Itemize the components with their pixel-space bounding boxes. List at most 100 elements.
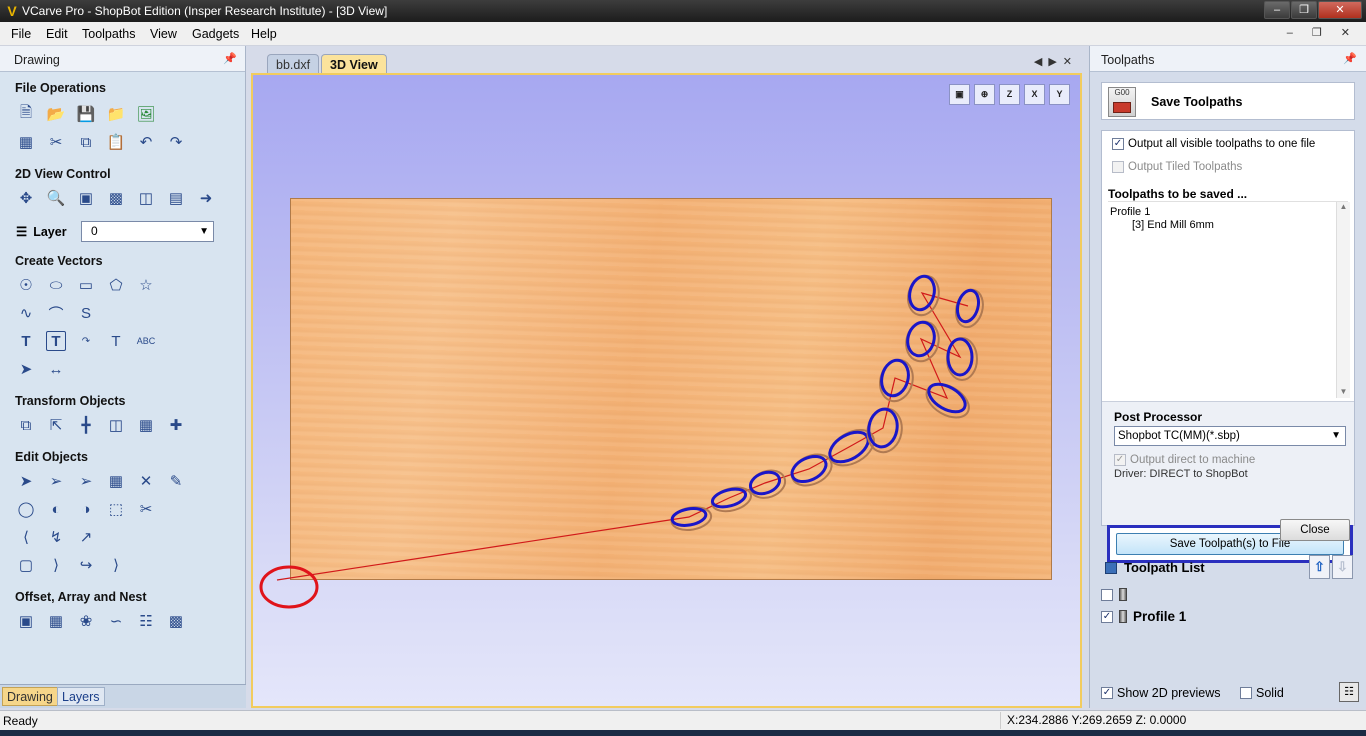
section-offset-array-nest: Offset, Array and Nest [15, 590, 147, 604]
paste-icon[interactable]: 📋 [106, 132, 126, 152]
measure-icon[interactable]: ✎ [166, 471, 186, 491]
output-all-visible-checkbox[interactable]: ✓ Output all visible toolpaths to one fi… [1112, 138, 1315, 150]
ungroup-icon[interactable]: ✕ [136, 471, 156, 491]
menu-file[interactable]: File [11, 27, 31, 41]
polygon-icon[interactable]: ⬠ [106, 275, 126, 295]
toolpath-list-item[interactable] [1101, 588, 1133, 601]
offset-icon[interactable]: ▣ [16, 611, 36, 631]
toolpath-list-item[interactable]: ✓ Profile 1 [1101, 609, 1186, 624]
arrow-up-icon[interactable]: ⇧ [1309, 555, 1330, 579]
scrollbar[interactable]: ▲ ▼ [1336, 202, 1350, 398]
zoom-selected-icon[interactable]: ▩ [106, 188, 126, 208]
smooth-icon[interactable]: ⟩ [46, 555, 66, 575]
node-icon[interactable]: ⟩ [106, 555, 126, 575]
star-icon[interactable]: ☆ [136, 275, 156, 295]
layer-select[interactable]: 0 ▼ [81, 221, 214, 242]
show-2d-previews-checkbox[interactable]: ✓ Show 2D previews [1101, 686, 1221, 700]
tab-bb-dxf[interactable]: bb.dxf [267, 54, 320, 74]
dimension-icon[interactable]: ↔ [46, 359, 66, 379]
center-icon[interactable]: ✚ [166, 415, 186, 435]
import-vectors-icon[interactable]: 📁 [106, 104, 126, 124]
distort-icon[interactable]: ▦ [136, 415, 156, 435]
rectangle-icon[interactable]: ▭ [76, 275, 96, 295]
spell-check-icon[interactable]: ABC [136, 331, 156, 351]
interactive-select-icon[interactable]: ➢ [76, 471, 96, 491]
arc-icon[interactable]: ⌒ [46, 303, 66, 323]
menu-view[interactable]: View [150, 27, 177, 41]
select-icon[interactable]: ➤ [16, 471, 36, 491]
view-split-icon[interactable]: ▤ [166, 188, 186, 208]
array-icon[interactable]: ▦ [46, 611, 66, 631]
intersect-icon[interactable]: ◑ [76, 499, 96, 519]
arc-text-icon[interactable]: T [106, 331, 126, 351]
undo-icon[interactable]: ↶ [136, 132, 156, 152]
scale-icon[interactable]: ⇱ [46, 415, 66, 435]
weld-icon[interactable]: ◯ [16, 499, 36, 519]
subtract-icon[interactable]: ◐ [46, 499, 66, 519]
circular-array-icon[interactable]: ❀ [76, 611, 96, 631]
pan-icon[interactable]: ✥ [16, 188, 36, 208]
menu-toolpaths[interactable]: Toolpaths [82, 27, 136, 41]
scissors-icon[interactable]: ✂ [136, 499, 156, 519]
ellipse-icon[interactable]: ⬭ [46, 275, 66, 295]
close-vector-icon[interactable]: ▢ [16, 555, 36, 575]
curve-fit-icon[interactable]: ↪ [76, 555, 96, 575]
save-file-icon[interactable]: 💾 [76, 104, 96, 124]
move-icon[interactable]: ⧉ [16, 415, 36, 435]
minimize-button[interactable]: – [1264, 1, 1290, 19]
mirror-icon[interactable]: ◫ [106, 415, 126, 435]
circle-icon[interactable]: ☉ [16, 275, 36, 295]
menu-edit[interactable]: Edit [46, 27, 68, 41]
mdi-controls[interactable]: – ❐ ✕ [1287, 26, 1358, 39]
align-icon[interactable]: ╋ [76, 415, 96, 435]
node-edit-icon[interactable]: ➢ [46, 471, 66, 491]
zoom-extents-icon[interactable]: ▣ [76, 188, 96, 208]
tab-layers[interactable]: Layers [57, 687, 105, 706]
join-icon[interactable]: ⬚ [106, 499, 126, 519]
profile-shape [866, 407, 903, 454]
import-bitmap-icon[interactable]: 🖼 [136, 104, 156, 124]
arrow-down-icon[interactable]: ⇩ [1332, 555, 1353, 579]
zoom-icon[interactable]: 🔍 [46, 188, 66, 208]
group-icon[interactable]: ▦ [106, 471, 126, 491]
status-bar: Ready X:234.2886 Y:269.2659 Z: 0.0000 [0, 710, 1366, 730]
copy-icon[interactable]: ⧉ [76, 132, 96, 152]
cut-icon[interactable]: ✂ [46, 132, 66, 152]
tab-3d-view[interactable]: 3D View [321, 54, 387, 74]
document-controls[interactable]: ◀▶✕ [1034, 55, 1078, 68]
extend-icon[interactable]: ↗ [76, 527, 96, 547]
close-window-button[interactable]: ✕ [1318, 1, 1362, 19]
menu-help[interactable]: Help [251, 27, 277, 41]
redo-icon[interactable]: ↷ [166, 132, 186, 152]
text-icon[interactable]: T [16, 331, 36, 351]
fillet-icon[interactable]: ⟨ [16, 527, 36, 547]
create-vectors-row-3: T T ↷ T ABC [16, 331, 156, 351]
view-3d-icon[interactable]: ➜ [196, 188, 216, 208]
output-tiled-checkbox: Output Tiled Toolpaths [1112, 161, 1242, 173]
solid-checkbox[interactable]: Solid [1240, 686, 1284, 700]
tab-drawing[interactable]: Drawing [2, 687, 58, 706]
3d-viewport[interactable]: ▣ ⊕ Z X Y [251, 73, 1082, 708]
bitmap-trace-icon[interactable]: ➤ [16, 359, 36, 379]
view-2d-icon[interactable]: ◫ [136, 188, 156, 208]
new-file-icon[interactable]: 🗎 [16, 104, 36, 124]
post-processor-select[interactable]: Shopbot TC(MM)(*.sbp) ▼ [1114, 426, 1346, 446]
trim-icon[interactable]: ↯ [46, 527, 66, 547]
open-file-icon[interactable]: 📂 [46, 104, 66, 124]
nest-icon[interactable]: ▩ [166, 611, 186, 631]
job-size-icon[interactable]: ▦ [16, 132, 36, 152]
curve-icon[interactable]: S [76, 303, 96, 323]
text-on-curve-icon[interactable]: ↷ [76, 331, 96, 351]
copy-along-vector-icon[interactable]: ∽ [106, 611, 126, 631]
menu-gadgets[interactable]: Gadgets [192, 27, 239, 41]
polyline-icon[interactable]: ∿ [16, 303, 36, 323]
post-processor-section: Post Processor Shopbot TC(MM)(*.sbp) ▼ ✓… [1102, 401, 1354, 525]
grid-array-icon[interactable]: ☷ [136, 611, 156, 631]
restore-button[interactable]: ❐ [1291, 1, 1317, 19]
calculator-icon[interactable]: ☷ [1339, 682, 1359, 702]
pin-icon[interactable]: 📌 [1343, 52, 1357, 65]
pin-icon[interactable]: 📌 [223, 52, 237, 65]
auto-layout-text-icon[interactable]: T [46, 331, 66, 351]
checkmark-icon[interactable]: ✓ [1101, 610, 1113, 623]
close-button[interactable]: Close [1280, 519, 1350, 541]
